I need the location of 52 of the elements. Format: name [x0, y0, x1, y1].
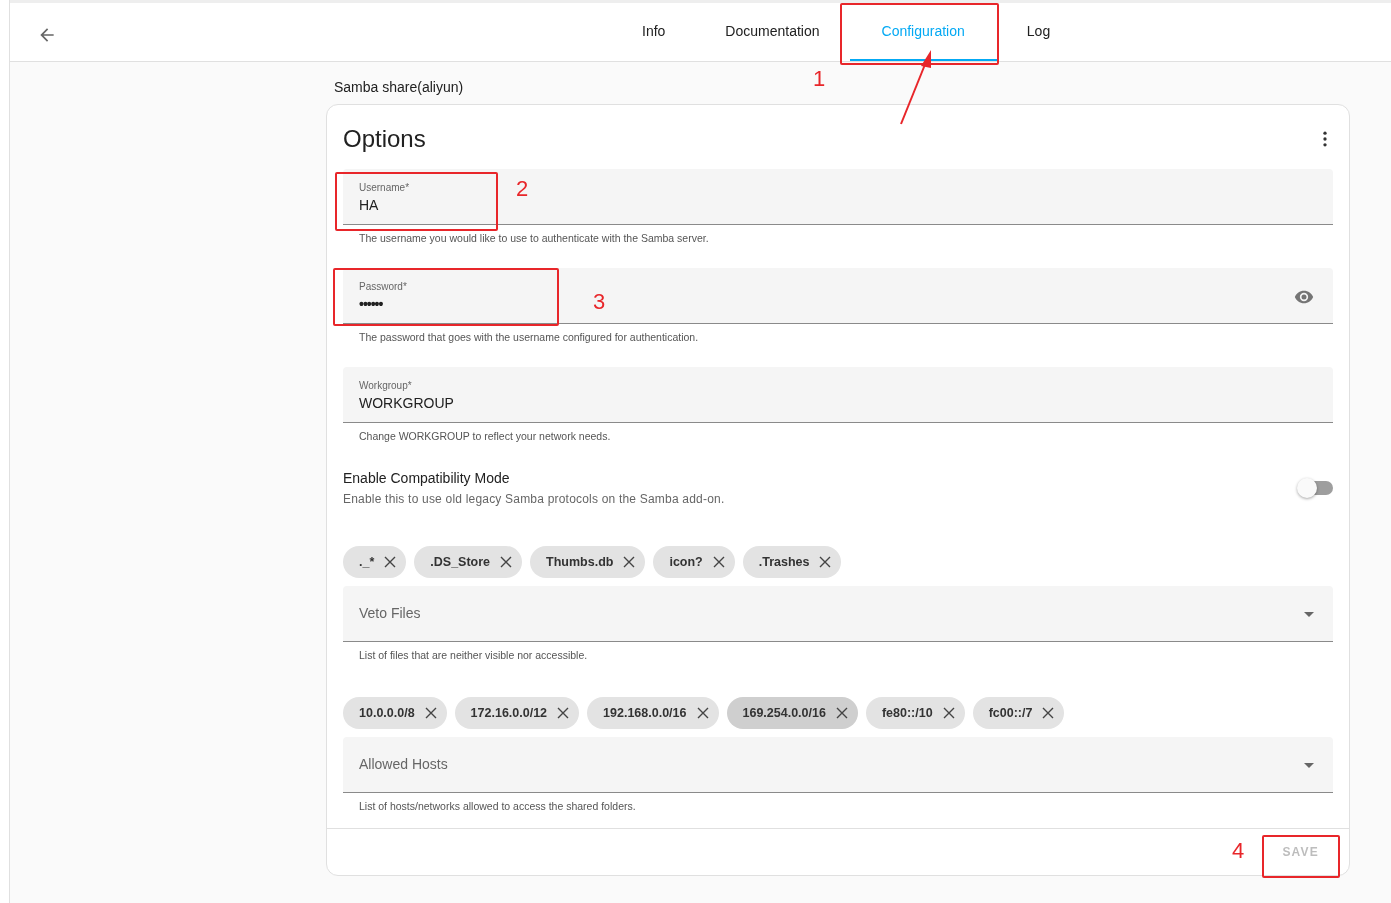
helper-text: Change WORKGROUP to reflect your network needs. — [358, 429, 612, 442]
close-icon[interactable] — [1042, 707, 1055, 719]
card-title: Options — [343, 125, 426, 153]
filter-chip[interactable]: fe80::/10 — [865, 697, 965, 729]
close-icon[interactable] — [819, 556, 832, 568]
filter-chip[interactable]: Thumbs.db — [530, 546, 646, 578]
step-number: 4 — [1232, 840, 1245, 862]
filter-chip[interactable]: 172.16.0.0/12 — [454, 697, 580, 729]
field-value: HA — [359, 197, 379, 213]
field-label: Veto Files — [359, 605, 421, 621]
filter-chip[interactable]: 169.254.0.0/16 — [726, 697, 858, 729]
filter-chip[interactable]: ._* — [343, 546, 407, 578]
input-field[interactable]: Workgroup* WORKGROUP — [343, 367, 1333, 423]
step-number: 1 — [813, 68, 826, 90]
setting-description: Enable this to use old legacy Samba protocols on the Samba add-on. — [343, 492, 726, 506]
caret-icon — [1304, 763, 1314, 768]
helper-text: List of files that are neither visible nor accessible. — [358, 648, 589, 661]
tab[interactable]: Log — [996, 3, 1081, 61]
step-number: 3 — [593, 291, 606, 313]
step-number: 2 — [516, 178, 529, 200]
field-label: Username* — [359, 182, 410, 193]
toggle-switch[interactable] — [1297, 478, 1333, 498]
field-value: WORKGROUP — [359, 395, 454, 411]
page-title: Samba share(aliyun) — [333, 79, 465, 95]
close-icon[interactable] — [623, 556, 636, 568]
caret-icon — [1304, 612, 1314, 617]
field-label: Workgroup* — [359, 380, 412, 391]
close-icon[interactable] — [696, 707, 709, 719]
helper-text: List of hosts/networks allowed to access the shared folders. — [358, 799, 637, 812]
field-label: Password* — [359, 281, 407, 292]
select-field[interactable]: Allowed Hosts — [343, 737, 1333, 793]
filter-chip[interactable]: 10.0.0.0/8 — [343, 697, 447, 729]
close-icon[interactable] — [712, 556, 725, 568]
setting-title: Enable Compatibility Mode — [343, 470, 511, 486]
close-icon[interactable] — [942, 707, 955, 719]
close-icon[interactable] — [557, 707, 570, 719]
select-field[interactable]: Veto Files — [343, 586, 1333, 642]
field-value: •••••• — [359, 296, 383, 312]
close-icon[interactable] — [835, 707, 848, 719]
close-icon[interactable] — [384, 556, 397, 568]
filter-chip[interactable]: fc00::/7 — [972, 697, 1065, 729]
close-icon[interactable] — [500, 556, 513, 568]
close-icon[interactable] — [424, 707, 437, 719]
filter-chip[interactable]: .DS_Store — [414, 546, 523, 578]
tab[interactable]: Info — [612, 3, 696, 61]
tab[interactable]: Documentation — [695, 3, 850, 61]
filter-chip[interactable]: .Trashes — [742, 546, 842, 578]
field-label: Allowed Hosts — [359, 756, 448, 772]
filter-chip[interactable]: icon? — [653, 546, 735, 578]
helper-text: The username you would like to use to authenticate with the Samba server. — [358, 231, 710, 244]
filter-chip[interactable]: 192.168.0.0/16 — [587, 697, 719, 729]
helper-text: The password that goes with the username configured for authentication. — [358, 330, 700, 343]
